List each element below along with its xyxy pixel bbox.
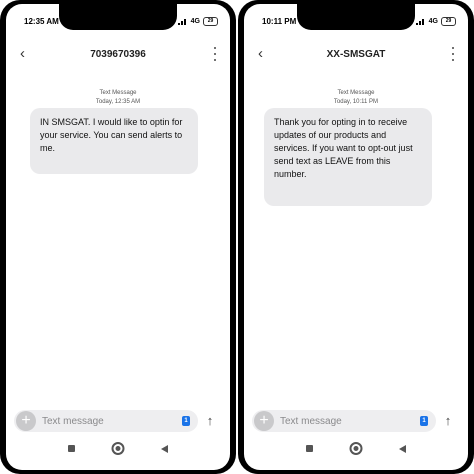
signal-icon	[415, 18, 426, 25]
status-bar: 12:35 AM 4G 29	[6, 17, 230, 31]
conversation-header: ‹ 7039670396	[6, 40, 230, 70]
signal-icon	[177, 18, 188, 25]
more-vert-icon[interactable]	[450, 47, 456, 61]
conversation-header: ‹ XX-SMSGAT	[244, 40, 468, 70]
battery-icon: 29	[203, 17, 218, 26]
status-time: 10:11 PM	[262, 17, 297, 26]
network-type: 4G	[428, 18, 438, 25]
network-type: 4G	[190, 18, 200, 25]
recent-apps-icon[interactable]	[68, 445, 75, 452]
sim-icon[interactable]: 1	[420, 416, 428, 426]
screen-right: 10:11 PM 4G 29 ‹ XX-SMSGAT Text Message …	[244, 4, 468, 470]
contact-title: XX-SMSGAT	[326, 49, 386, 60]
message-text: Thank you for opting in to receive updat…	[274, 117, 413, 179]
message-input[interactable]	[280, 410, 400, 432]
home-icon[interactable]	[349, 442, 363, 455]
status-icons: 4G 29	[164, 17, 218, 26]
signal-icon	[164, 18, 175, 25]
battery-icon: 29	[441, 17, 456, 26]
status-bar: 10:11 PM 4G 29	[244, 17, 468, 31]
more-vert-icon[interactable]	[212, 47, 218, 61]
send-arrow-icon[interactable]: ↑	[202, 412, 218, 430]
add-icon[interactable]: +	[16, 411, 36, 431]
message-bubble[interactable]: Thank you for opting in to receive updat…	[264, 108, 432, 206]
composer: + 1 ↑	[252, 410, 460, 432]
recent-apps-icon[interactable]	[306, 445, 313, 452]
message-type: Text Message	[99, 90, 137, 96]
home-icon[interactable]	[111, 442, 125, 455]
message-timestamp: Today, 12:35 AM	[95, 99, 141, 105]
add-icon[interactable]: +	[254, 411, 274, 431]
nav-back-icon[interactable]	[161, 445, 168, 453]
nav-back-icon[interactable]	[399, 445, 406, 453]
composer: + 1 ↑	[14, 410, 222, 432]
phone-left: 12:35 AM 4G 29 ‹ 7039670396 Text Message…	[0, 0, 236, 474]
status-time: 12:35 AM	[24, 17, 59, 26]
system-nav-bar	[244, 442, 468, 456]
send-arrow-icon[interactable]: ↑	[440, 412, 456, 430]
message-bubble[interactable]: IN SMSGAT. I would like to optin for you…	[30, 108, 198, 174]
system-nav-bar	[6, 442, 230, 456]
input-box: + 1	[14, 410, 198, 432]
status-icons: 4G 29	[402, 17, 456, 26]
sim-icon[interactable]: 1	[182, 416, 190, 426]
input-box: + 1	[252, 410, 436, 432]
message-type: Text Message	[337, 90, 375, 96]
message-text: IN SMSGAT. I would like to optin for you…	[40, 117, 183, 153]
message-input[interactable]	[42, 410, 162, 432]
signal-icon	[402, 18, 413, 25]
screen-left: 12:35 AM 4G 29 ‹ 7039670396 Text Message…	[6, 4, 230, 470]
contact-title: 7039670396	[90, 49, 146, 60]
phone-right: 10:11 PM 4G 29 ‹ XX-SMSGAT Text Message …	[238, 0, 474, 474]
message-timestamp: Today, 10:11 PM	[333, 99, 379, 105]
